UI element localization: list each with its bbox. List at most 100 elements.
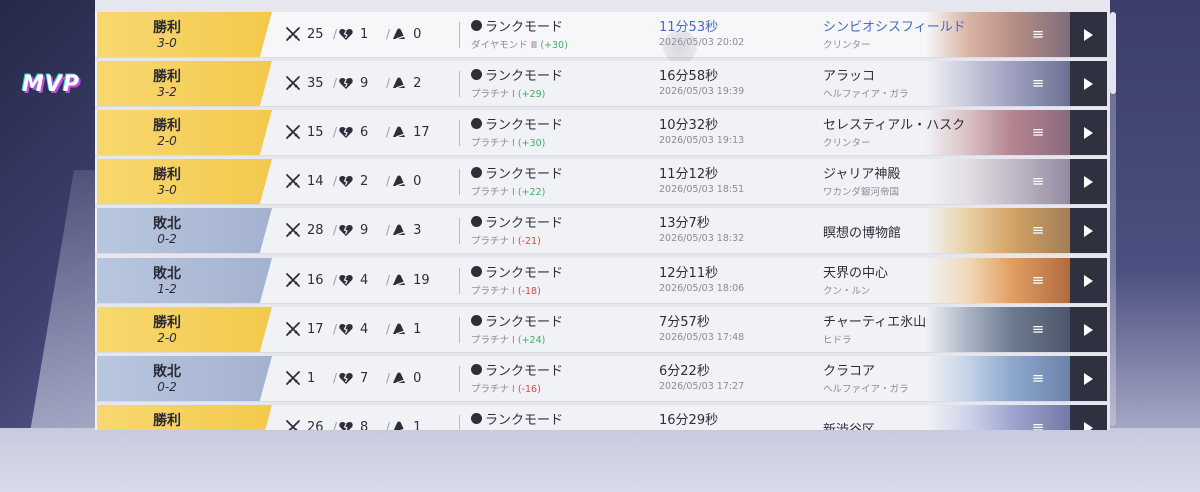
assists-value: 3 [413, 222, 422, 238]
map-name: 天界の中心 [823, 266, 889, 281]
replay-button[interactable] [1070, 307, 1107, 352]
map-region: ワカンダ銀河帝国 [823, 187, 900, 198]
menu-icon[interactable]: ≡ [1030, 271, 1046, 289]
match-date: 2026/05/03 17:27 [659, 381, 745, 392]
playstation-icon [471, 69, 482, 80]
map-thumbnail [925, 61, 1070, 106]
touch-indicator [663, 30, 697, 64]
replay-button[interactable] [1070, 110, 1107, 155]
kills-value: 16 [307, 272, 324, 288]
kda-stats: 25 / 1 / 0 [285, 26, 431, 42]
menu-icon[interactable]: ≡ [1030, 25, 1046, 43]
separator: / [386, 322, 391, 336]
result-score: 1-2 [157, 282, 177, 296]
match-date: 2026/05/03 17:48 [659, 332, 745, 343]
mode-label: ランクモード [485, 20, 564, 35]
helping-hand-icon [391, 419, 407, 430]
helping-hand-icon [391, 173, 407, 189]
mode-label: ランクモード [485, 167, 564, 182]
menu-icon[interactable]: ≡ [1030, 221, 1046, 239]
crossed-swords-icon [285, 272, 301, 288]
separator: / [386, 223, 391, 237]
playstation-icon [471, 118, 482, 129]
divider [459, 268, 460, 294]
assists-value: 2 [413, 75, 422, 91]
divider [459, 120, 460, 146]
match-row[interactable]: 敗北 0-2 28 / 9 / 3 ランクモード プラチナ Ⅰ (-21) 13… [95, 208, 1107, 254]
replay-button[interactable] [1070, 208, 1107, 253]
match-row[interactable]: 勝利 3-0 14 / 2 / 0 ランクモード プラチナ Ⅰ (+22) 11… [95, 159, 1107, 205]
broken-heart-icon [338, 370, 354, 386]
kills-value: 28 [307, 222, 324, 238]
menu-icon[interactable]: ≡ [1030, 74, 1046, 92]
result-label: 敗北 [153, 364, 181, 380]
background-bottom [0, 428, 1200, 492]
separator: / [386, 420, 391, 430]
replay-button[interactable] [1070, 258, 1107, 303]
game-mode: ランクモード [471, 262, 563, 281]
assists-value: 19 [413, 272, 430, 288]
deaths-value: 2 [360, 173, 369, 189]
menu-icon[interactable]: ≡ [1030, 418, 1046, 430]
match-row[interactable]: 勝利 26 / 8 / 1 ランクモード 16分29秒 新渋谷区 ≡ [95, 405, 1107, 430]
crossed-swords-icon [285, 321, 301, 337]
broken-heart-icon [338, 124, 354, 140]
replay-button[interactable] [1070, 12, 1107, 57]
assists-value: 1 [413, 419, 422, 431]
result-score: 2-0 [157, 331, 177, 345]
match-row[interactable]: 勝利 2-0 15 / 6 / 17 ランクモード プラチナ Ⅰ (+30) 1… [95, 110, 1107, 156]
replay-button[interactable] [1070, 356, 1107, 401]
map-thumbnail [925, 208, 1070, 253]
map-region: クリンター [823, 138, 871, 149]
result-label: 勝利 [153, 118, 181, 134]
play-icon [1084, 274, 1093, 287]
broken-heart-icon [338, 222, 354, 238]
match-duration: 7分57秒 [659, 315, 710, 330]
map-region: ヒドラ [823, 335, 852, 346]
kills-value: 17 [307, 321, 324, 337]
match-history-list[interactable]: 勝利 3-0 25 / 1 / 0 ランクモード ダイヤモンド Ⅲ (+30) … [95, 0, 1110, 430]
helping-hand-icon [391, 222, 407, 238]
play-icon [1084, 421, 1093, 430]
separator: / [333, 322, 338, 336]
replay-button[interactable] [1070, 405, 1107, 430]
replay-button[interactable] [1070, 159, 1107, 204]
result-label: 勝利 [153, 69, 181, 85]
play-icon [1084, 77, 1093, 90]
deaths-value: 7 [360, 370, 369, 386]
match-row[interactable]: 勝利 2-0 17 / 4 / 1 ランクモード プラチナ Ⅰ (+24) 7分… [95, 307, 1107, 353]
game-mode: ランクモード [471, 65, 563, 84]
rank-tier: プラチナ Ⅰ [471, 335, 515, 346]
replay-button[interactable] [1070, 61, 1107, 106]
match-row[interactable]: 敗北 1-2 16 / 4 / 19 ランクモード プラチナ Ⅰ (-18) 1… [95, 258, 1107, 304]
menu-icon[interactable]: ≡ [1030, 123, 1046, 141]
game-mode: ランクモード [471, 311, 563, 330]
map-region: クン・ルン [823, 286, 871, 297]
separator: / [333, 76, 338, 90]
menu-icon[interactable]: ≡ [1030, 369, 1046, 387]
map-thumbnail [925, 405, 1070, 430]
result-badge: 敗北 1-2 [97, 258, 272, 303]
match-row[interactable]: 勝利 3-2 35 / 9 / 2 ランクモード プラチナ Ⅰ (+29) 16… [95, 61, 1107, 107]
match-duration: 6分22秒 [659, 364, 710, 379]
menu-icon[interactable]: ≡ [1030, 172, 1046, 190]
play-icon [1084, 126, 1093, 139]
separator: / [333, 371, 338, 385]
separator: / [333, 125, 338, 139]
menu-icon[interactable]: ≡ [1030, 320, 1046, 338]
broken-heart-icon [338, 419, 354, 430]
mode-label: ランクモード [485, 266, 564, 281]
scrollbar-thumb[interactable] [1110, 12, 1116, 94]
crossed-swords-icon [285, 124, 301, 140]
map-region: クリンター [823, 40, 871, 51]
kills-value: 26 [307, 419, 324, 431]
crossed-swords-icon [285, 75, 301, 91]
background-right [1110, 0, 1200, 492]
rank-tier: プラチナ Ⅰ [471, 89, 515, 100]
map-thumbnail [925, 159, 1070, 204]
kills-value: 1 [307, 370, 316, 386]
mode-label: ランクモード [485, 118, 564, 133]
match-row[interactable]: 敗北 0-2 1 / 7 / 0 ランクモード プラチナ Ⅰ (-16) 6分2… [95, 356, 1107, 402]
match-row[interactable]: 勝利 3-0 25 / 1 / 0 ランクモード ダイヤモンド Ⅲ (+30) … [95, 12, 1107, 64]
result-badge: 勝利 3-0 [97, 159, 272, 204]
